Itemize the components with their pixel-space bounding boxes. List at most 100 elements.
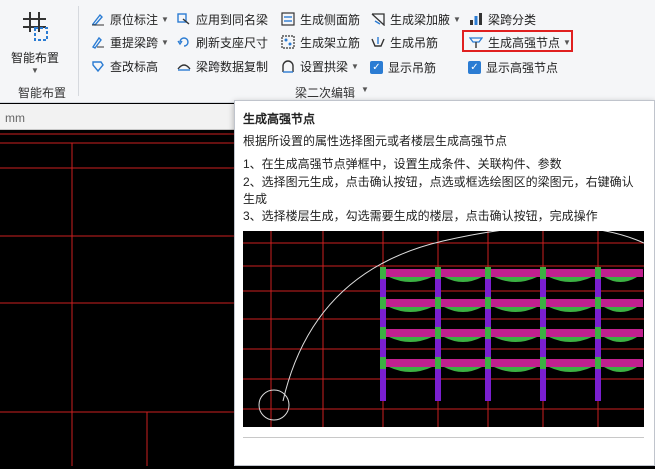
joint-haunch: [549, 277, 592, 282]
beam: [381, 269, 643, 277]
joint-haunch: [549, 337, 592, 342]
elevation-button[interactable]: 查改标高: [90, 56, 158, 76]
joint-haunch: [494, 337, 537, 342]
chevron-down-icon[interactable]: ▼: [161, 38, 169, 47]
side-rebar-label: 生成侧面筋: [300, 12, 361, 27]
checkbox-checked-icon[interactable]: ✓: [370, 60, 383, 74]
high-strength-joint: [380, 297, 386, 309]
grid-layout-icon: [23, 12, 48, 41]
preview-drawing: [243, 226, 645, 427]
erection-rebar-button[interactable]: 生成架立筋: [280, 32, 360, 52]
chevron-down-icon[interactable]: ▼: [31, 66, 39, 75]
redraw-span-icon: [90, 34, 106, 50]
arch-beam-button[interactable]: 设置拱梁 ▼: [280, 56, 359, 76]
haunch-button[interactable]: 生成梁加腋 ▼: [370, 9, 461, 29]
annotate-button[interactable]: 原位标注 ▼: [90, 9, 169, 29]
chevron-down-icon[interactable]: ▼: [351, 62, 359, 71]
joint-haunch: [389, 367, 432, 372]
high-strength-joint: [435, 297, 441, 309]
group-separator: [78, 6, 79, 96]
canvas-grid: [0, 133, 238, 466]
joint-haunch: [444, 277, 482, 282]
span-classify-icon: [468, 11, 484, 27]
high-strength-joint: [485, 327, 491, 339]
smart-layout-label: 智能布置: [10, 51, 59, 65]
joint-haunch: [494, 367, 537, 372]
side-rebar-button[interactable]: 生成侧面筋: [280, 9, 360, 29]
apply-same-name-icon: [176, 11, 192, 27]
high-strength-joint: [435, 267, 441, 279]
joint-haunch: [549, 367, 592, 372]
hanger-rebar-label: 生成吊筋: [390, 35, 439, 50]
show-high-strength-joint-checkbox[interactable]: ✓ 显示高强节点: [468, 57, 558, 77]
high-strength-joint: [435, 327, 441, 339]
tooltip-title: 生成高强节点: [243, 112, 316, 126]
annotate-icon: [90, 11, 106, 27]
redraw-span-button[interactable]: 重提梁跨 ▼: [90, 32, 169, 52]
copy-span-data-icon: [176, 58, 192, 74]
joint-haunch: [444, 337, 482, 342]
beam: [381, 329, 643, 337]
show-high-strength-joint-label: 显示高强节点: [486, 60, 559, 75]
arch-beam-label: 设置拱梁: [300, 59, 349, 74]
arc-line: [282, 226, 645, 402]
joint-haunch: [604, 307, 637, 312]
haunch-label: 生成梁加腋: [390, 12, 451, 27]
ribbon-toolbar: 智能布置 ▼ 智能布置 原位标注 ▼ 重提梁跨 ▼ 查改标高 应用到同名梁 刷新…: [0, 0, 655, 103]
apply-same-name-button[interactable]: 应用到同名梁: [176, 9, 268, 29]
tooltip-divider: [243, 437, 644, 438]
tooltip-description: 根据所设置的属性选择图元或者楼层生成高强节点: [243, 134, 508, 148]
high-strength-joint: [485, 357, 491, 369]
high-strength-joint: [540, 297, 546, 309]
unit-bar: mm: [0, 104, 238, 130]
erection-rebar-icon: [280, 34, 296, 50]
elevation-icon: [90, 58, 106, 74]
tooltip-popup: 生成高强节点 根据所设置的属性选择图元或者楼层生成高强节点 1、在生成高强节点弹…: [234, 100, 655, 466]
high-strength-joint: [485, 297, 491, 309]
refresh-support-button[interactable]: 刷新支座尺寸: [176, 32, 268, 52]
refresh-support-label: 刷新支座尺寸: [196, 35, 269, 50]
high-strength-joint: [380, 357, 386, 369]
high-strength-joint: [595, 297, 601, 309]
haunch-icon: [370, 11, 386, 27]
joint-haunch: [604, 277, 637, 282]
joint-haunch: [444, 367, 482, 372]
copy-span-data-label: 梁跨数据复制: [196, 59, 269, 74]
beam: [381, 299, 643, 307]
joint-haunch: [389, 277, 432, 282]
show-hanger-rebar-checkbox[interactable]: ✓ 显示吊筋: [370, 57, 436, 77]
origin-circle: [258, 389, 290, 421]
high-strength-joint: [540, 357, 546, 369]
high-strength-joint: [540, 327, 546, 339]
chevron-down-icon[interactable]: ▼: [161, 15, 169, 24]
high-strength-joint: [540, 267, 546, 279]
group-label-smart-layout: 智能布置: [18, 86, 67, 100]
checkbox-checked-icon[interactable]: ✓: [468, 60, 481, 74]
show-hanger-rebar-label: 显示吊筋: [388, 60, 437, 75]
smart-layout-button[interactable]: 智能布置 ▼: [6, 6, 64, 82]
apply-same-name-label: 应用到同名梁: [196, 12, 269, 27]
high-strength-joint: [380, 327, 386, 339]
high-strength-joint: [595, 357, 601, 369]
span-classify-label: 梁跨分类: [488, 12, 537, 27]
span-classify-button[interactable]: 梁跨分类: [468, 9, 536, 29]
drawing-canvas[interactable]: [0, 131, 238, 466]
tooltip-step-2: 2、选择图元生成，点击确认按钮，点选或框选绘图区的梁图元，右键确认生成: [243, 175, 634, 206]
redraw-span-label: 重提梁跨: [110, 35, 159, 50]
annotate-label: 原位标注: [110, 12, 159, 27]
beam: [381, 359, 643, 367]
hanger-rebar-button[interactable]: 生成吊筋: [370, 32, 438, 52]
joint-haunch: [444, 307, 482, 312]
joint-haunch: [389, 307, 432, 312]
joint-haunch: [549, 307, 592, 312]
joint-haunch: [494, 307, 537, 312]
joint-haunch: [494, 277, 537, 282]
copy-span-data-button[interactable]: 梁跨数据复制: [176, 56, 268, 76]
side-rebar-icon: [280, 11, 296, 27]
chevron-down-icon[interactable]: ▼: [453, 15, 461, 24]
chevron-down-icon[interactable]: ▼: [361, 85, 369, 94]
unit-label: mm: [5, 111, 25, 125]
joint-haunch: [604, 367, 637, 372]
hanger-rebar-icon: [370, 34, 386, 50]
joint-haunch: [604, 337, 637, 342]
